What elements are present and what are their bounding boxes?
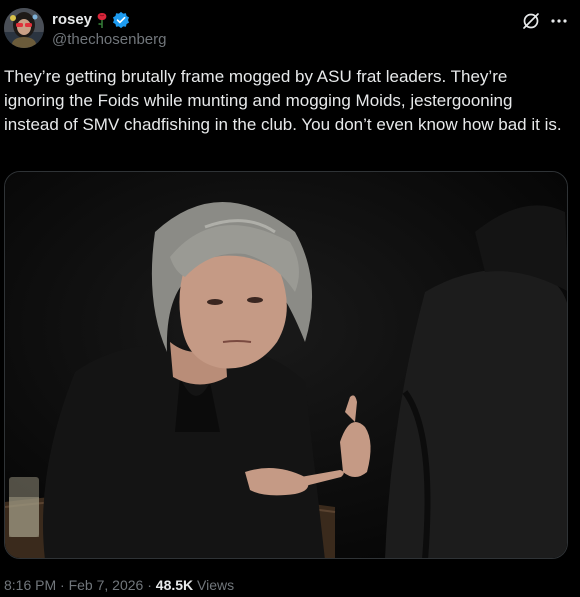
views-label: Views — [193, 577, 235, 593]
rose-icon — [94, 11, 110, 29]
post-time[interactable]: 8:16 PM — [4, 577, 56, 593]
more-options-icon[interactable] — [549, 11, 569, 31]
verified-badge-icon[interactable] — [112, 11, 130, 29]
avatar-image — [4, 8, 44, 48]
meta-separator: · — [56, 577, 69, 593]
tweet-meta: 8:16 PM · Feb 7, 2026 · 48.5K Views — [4, 576, 234, 594]
profile-avatar[interactable] — [4, 8, 44, 48]
meta-separator: · — [143, 577, 156, 593]
views-count[interactable]: 48.5K — [156, 577, 193, 593]
author-name-row: rosey — [52, 10, 130, 30]
author-handle[interactable]: @thechosenberg — [52, 31, 166, 49]
post-date[interactable]: Feb 7, 2026 — [69, 577, 144, 593]
video-still[interactable] — [4, 171, 568, 559]
grok-icon[interactable] — [521, 11, 541, 31]
tweet-text: They’re getting brutally frame mogged by… — [4, 67, 562, 134]
media-image — [5, 172, 567, 558]
author-display-name[interactable]: rosey — [52, 10, 92, 30]
tweet: rosey @thechosenberg They’re getting bru… — [0, 0, 580, 597]
